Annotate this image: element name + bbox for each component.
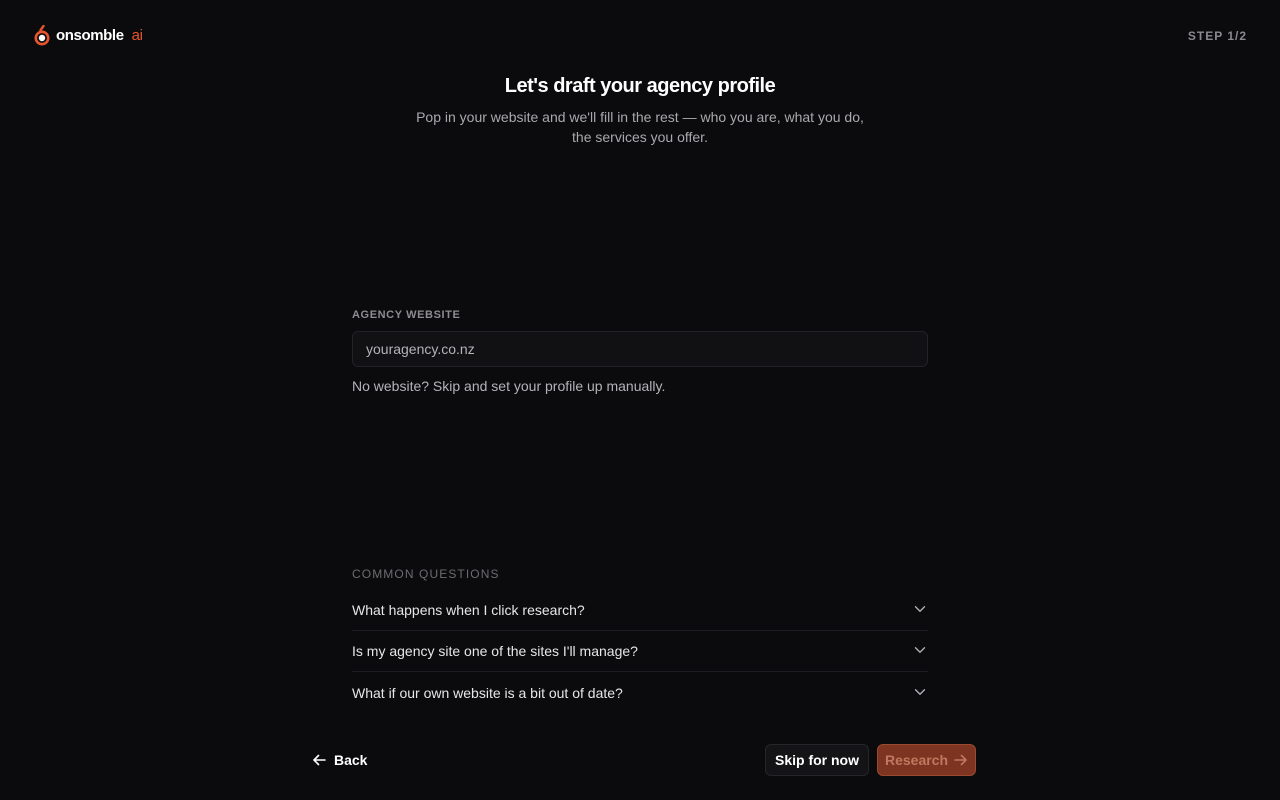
faq-item-out-of-date[interactable]: What if our own website is a bit out of … (352, 672, 928, 713)
onboarding-page: onsomble ai STEP 1/2 Let's draft your ag… (0, 0, 1280, 800)
research-button[interactable]: Research (877, 744, 976, 776)
arrow-right-icon (954, 754, 967, 766)
faq-question: Is my agency site one of the sites I'll … (352, 643, 638, 659)
page-subtitle: Pop in your website and we'll fill in th… (416, 109, 864, 145)
chevron-down-icon (914, 606, 926, 612)
back-button[interactable]: Back (312, 749, 367, 771)
agency-website-label: AGENCY WEBSITE (352, 309, 461, 321)
arrow-left-icon (313, 754, 326, 766)
faq-question: What happens when I click research? (352, 602, 585, 618)
faq-heading: COMMON QUESTIONS (352, 567, 500, 581)
onsomble-logo-icon (34, 25, 50, 46)
chevron-down-icon (914, 647, 926, 653)
agency-website-field: AGENCY WEBSITE No website? Skip and set … (352, 309, 928, 395)
brand-suffix: ai (131, 27, 143, 44)
brand-name: onsomble (56, 27, 124, 44)
back-label: Back (334, 752, 368, 768)
faq-item-agency-site[interactable]: Is my agency site one of the sites I'll … (352, 631, 928, 672)
brand-logo[interactable]: onsomble ai (34, 25, 143, 46)
no-website-hint: No website? Skip and set your profile up… (352, 378, 666, 394)
step-indicator: STEP 1/2 (1187, 29, 1247, 43)
skip-for-now-button[interactable]: Skip for now (765, 744, 869, 776)
agency-website-input[interactable] (352, 331, 928, 367)
faq-question: What if our own website is a bit out of … (352, 684, 623, 701)
page-title: Let's draft your agency profile (504, 75, 776, 97)
chevron-down-icon (914, 688, 926, 695)
common-questions: COMMON QUESTIONS What happens when I cli… (352, 567, 928, 713)
hero: Let's draft your agency profile Pop in y… (0, 73, 1280, 147)
faq-item-click-research[interactable]: What happens when I click research? (352, 590, 928, 631)
faq-list: What happens when I click research? Is m… (352, 590, 928, 713)
research-label: Research (884, 752, 949, 768)
